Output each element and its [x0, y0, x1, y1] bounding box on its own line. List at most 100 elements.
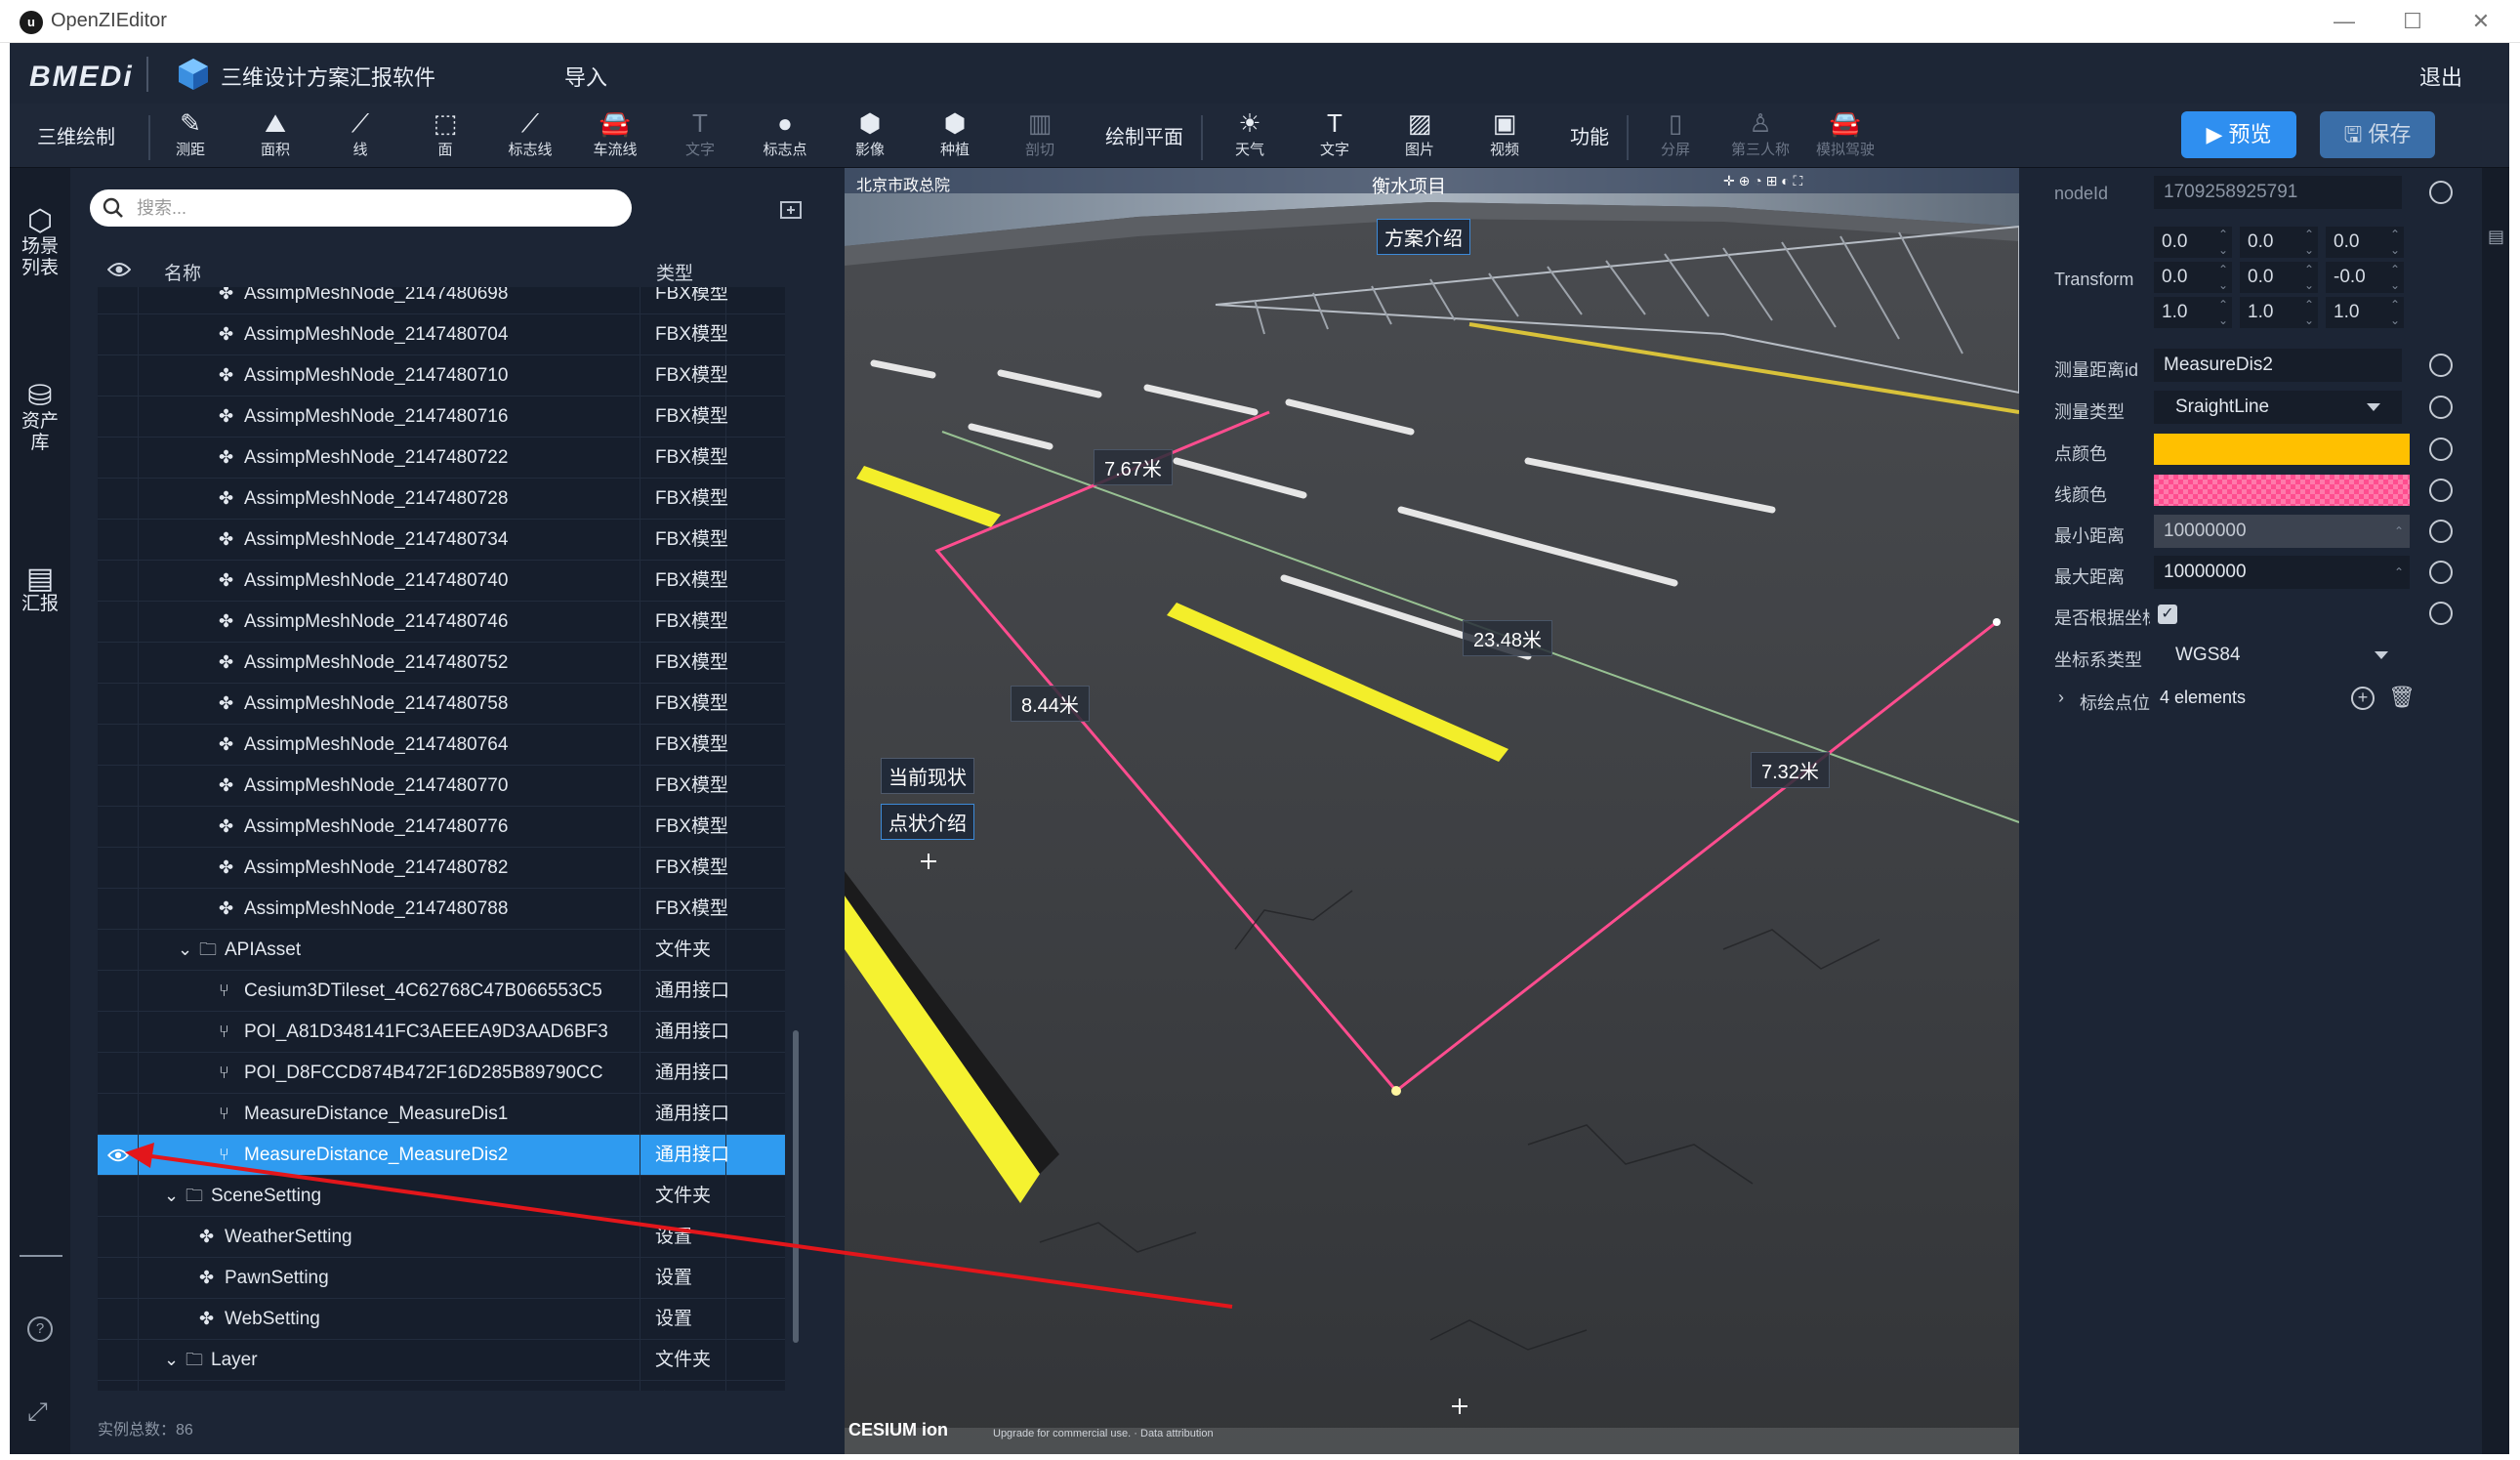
reset-icon[interactable] [2429, 396, 2453, 419]
visibility-toggle[interactable] [98, 438, 139, 478]
tree-row[interactable]: ✤ AssimpMeshNode_2147480764 FBX模型 [98, 725, 785, 766]
tree-row[interactable]: ✤ AssimpMeshNode_2147480734 FBX模型 [98, 520, 785, 561]
save-button[interactable]: 🖫 保存 [2320, 111, 2435, 158]
visibility-toggle[interactable] [98, 684, 139, 724]
expand-chevron-icon[interactable]: › [2058, 688, 2064, 708]
tree-row[interactable]: ⑂ Cesium3DTileset_4C62768C47B066553C5 通用接口 [98, 971, 785, 1012]
max-distance-field[interactable]: 10000000 ⌃ [2154, 556, 2410, 589]
nav-asset-library[interactable]: ⛁ 资产库 [10, 382, 70, 454]
visibility-toggle[interactable] [98, 643, 139, 683]
transform-field[interactable]: 1.0 ⌃ ⌄ [2154, 297, 2232, 328]
tree-row[interactable]: ⌄ 🗀 SceneSetting 文件夹 [98, 1176, 785, 1217]
minimize-button[interactable]: — [2310, 4, 2378, 39]
expand-chevron-icon[interactable]: ⌄ [164, 1176, 179, 1216]
current-status-button[interactable]: 当前现状 [881, 758, 974, 794]
tool-split-screen[interactable]: ▯ 分屏 [1636, 107, 1714, 166]
properties-tab-icon[interactable]: ▤ [2488, 227, 2504, 247]
tool-imagery[interactable]: ⬢ 影像 [831, 107, 909, 166]
visibility-toggle[interactable] [98, 1381, 139, 1391]
measure-type-select[interactable]: SraightLine [2154, 391, 2402, 424]
column-header-name[interactable]: 名称 [164, 259, 201, 285]
visibility-toggle[interactable] [98, 355, 139, 396]
3d-viewport[interactable]: 北京市政总院 衡水项目 ✛ ⊕ ◔ ⊞ ◐ ⛶ 方案介绍 当前现状 点状介绍 7… [845, 168, 2019, 1454]
search-input[interactable]: 搜索... [90, 189, 632, 227]
tree-row[interactable]: ✤ AssimpMeshNode_2147480770 FBX模型 [98, 766, 785, 807]
visibility-toggle[interactable] [98, 602, 139, 642]
measure-id-field[interactable]: MeasureDis2 [2154, 349, 2402, 382]
delete-icon[interactable]: 🗑 [2388, 685, 2416, 710]
tool-line[interactable]: ⟋ 线 [321, 107, 399, 166]
transform-field[interactable]: 0.0 ⌃ ⌄ [2154, 262, 2232, 293]
nav-report[interactable]: ▤ 汇报 [10, 564, 70, 615]
tree-row[interactable]: ⑂ POI_D8FCCD874B472F16D285B89790CC 通用接口 [98, 1053, 785, 1094]
visibility-toggle[interactable] [98, 1340, 139, 1380]
transform-field[interactable]: -0.0 ⌃ ⌄ [2326, 262, 2404, 293]
column-header-type[interactable]: 类型 [656, 259, 693, 285]
expand-chevron-icon[interactable]: ⌄ [164, 1340, 179, 1380]
visibility-toggle[interactable] [98, 1012, 139, 1052]
tree-row[interactable]: ✤ AssimpMeshNode_2147480776 FBX模型 [98, 807, 785, 848]
tree-row[interactable]: ✤ AssimpMeshNode_2147480722 FBX模型 [98, 438, 785, 479]
tree-row[interactable]: ✤ AssimpMeshNode_2147480710 FBX模型 [98, 355, 785, 396]
coord-type-select[interactable]: WGS84 [2154, 639, 2410, 672]
tree-row[interactable]: ✤ AssimpMeshNode_2147480758 FBX模型 [98, 684, 785, 725]
tree-row[interactable]: ⑂ POI_A81D348141FC3AEEEA9D3AAD6BF3 通用接口 [98, 1012, 785, 1053]
visibility-toggle[interactable] [98, 1217, 139, 1257]
reset-icon[interactable] [2429, 602, 2453, 625]
reset-icon[interactable] [2429, 181, 2453, 204]
line-color-swatch[interactable] [2154, 475, 2410, 506]
point-intro-button[interactable]: 点状介绍 [881, 804, 974, 840]
tool-section[interactable]: ▥ 剖切 [1001, 107, 1079, 166]
transform-field[interactable]: 0.0 ⌃ ⌄ [2326, 227, 2404, 258]
tool-video[interactable]: ▣ 视频 [1466, 107, 1544, 166]
maximize-button[interactable]: ☐ [2378, 4, 2447, 39]
tree-row[interactable]: ✤ WebSetting 设置 [98, 1299, 785, 1340]
visibility-toggle[interactable] [98, 889, 139, 929]
preview-button[interactable]: ▶ 预览 [2181, 111, 2296, 158]
tool-car-flow[interactable]: 🚘 车流线 [576, 107, 654, 166]
visibility-toggle[interactable] [98, 807, 139, 847]
reset-icon[interactable] [2429, 520, 2453, 543]
by-ground-checkbox[interactable]: ✓ [2158, 605, 2177, 624]
tree-row[interactable]: ✤ PawnSetting 设置 [98, 1258, 785, 1299]
tool-plane-text[interactable]: T 文字 [1296, 107, 1374, 166]
tree-scrollbar[interactable] [793, 1030, 799, 1343]
visibility-toggle[interactable] [98, 1258, 139, 1298]
visibility-toggle[interactable] [98, 520, 139, 560]
tree-row[interactable]: ✤ AssimpMeshNode_2147480788 FBX模型 [98, 889, 785, 930]
visibility-toggle[interactable] [98, 479, 139, 519]
tree-row[interactable]: ✤ AssimpMeshNode_2147480716 FBX模型 [98, 396, 785, 438]
visibility-toggle[interactable] [98, 1053, 139, 1093]
reset-icon[interactable] [2429, 438, 2453, 461]
transform-field[interactable]: 1.0 ⌃ ⌄ [2326, 297, 2404, 328]
exit-button[interactable]: 退出 [2419, 61, 2462, 92]
tree-row[interactable]: ✤ AssimpMeshNode_2147480782 FBX模型 [98, 848, 785, 889]
tree-row[interactable]: ⌄ 🗀 Layer 文件夹 [98, 1340, 785, 1381]
visibility-toggle[interactable] [98, 1094, 139, 1134]
tool-area[interactable]: ⛰ 面积 [236, 107, 314, 166]
scheme-intro-button[interactable]: 方案介绍 [1377, 219, 1470, 255]
tree-row[interactable]: ✤ WeatherSetting 设置 [98, 1217, 785, 1258]
tool-drive-sim[interactable]: 🚘 模拟驾驶 [1806, 107, 1884, 166]
transform-field[interactable]: 0.0 ⌃ ⌄ [2240, 262, 2318, 293]
tool-plane[interactable]: ⬚ 面 [406, 107, 484, 166]
tool-picture[interactable]: ▨ 图片 [1381, 107, 1459, 166]
visibility-toggle[interactable] [98, 396, 139, 437]
tree-row[interactable]: ✤ AssimpMeshNode_2147480728 FBX模型 [98, 479, 785, 520]
tree-row[interactable]: ⑂ MeasureDistance_MeasureDis1 通用接口 [98, 1094, 785, 1135]
reset-icon[interactable] [2429, 479, 2453, 502]
visibility-toggle[interactable] [98, 725, 139, 765]
nav-scene-list[interactable]: ⬡ 场景列表 [10, 207, 70, 279]
tree-row[interactable]: ⑂ MeasureDistance_MeasureDis2 通用接口 [98, 1135, 785, 1176]
expand-chevron-icon[interactable]: ⌄ [178, 930, 192, 970]
tree-row[interactable]: ✤ AssimpMeshNode_2147480752 FBX模型 [98, 643, 785, 684]
visibility-toggle[interactable] [98, 561, 139, 601]
collapse-all-icon[interactable] [778, 195, 806, 223]
visibility-toggle[interactable] [98, 930, 139, 970]
nodeid-field[interactable]: 1709258925791 [2154, 176, 2402, 209]
point-color-swatch[interactable] [2154, 434, 2410, 465]
visibility-toggle[interactable] [98, 766, 139, 806]
transform-field[interactable]: 0.0 ⌃ ⌄ [2240, 227, 2318, 258]
import-button[interactable]: 导入 [564, 61, 607, 92]
tree-row[interactable]: 🗀 Terrain 文件夹 [98, 1381, 785, 1391]
